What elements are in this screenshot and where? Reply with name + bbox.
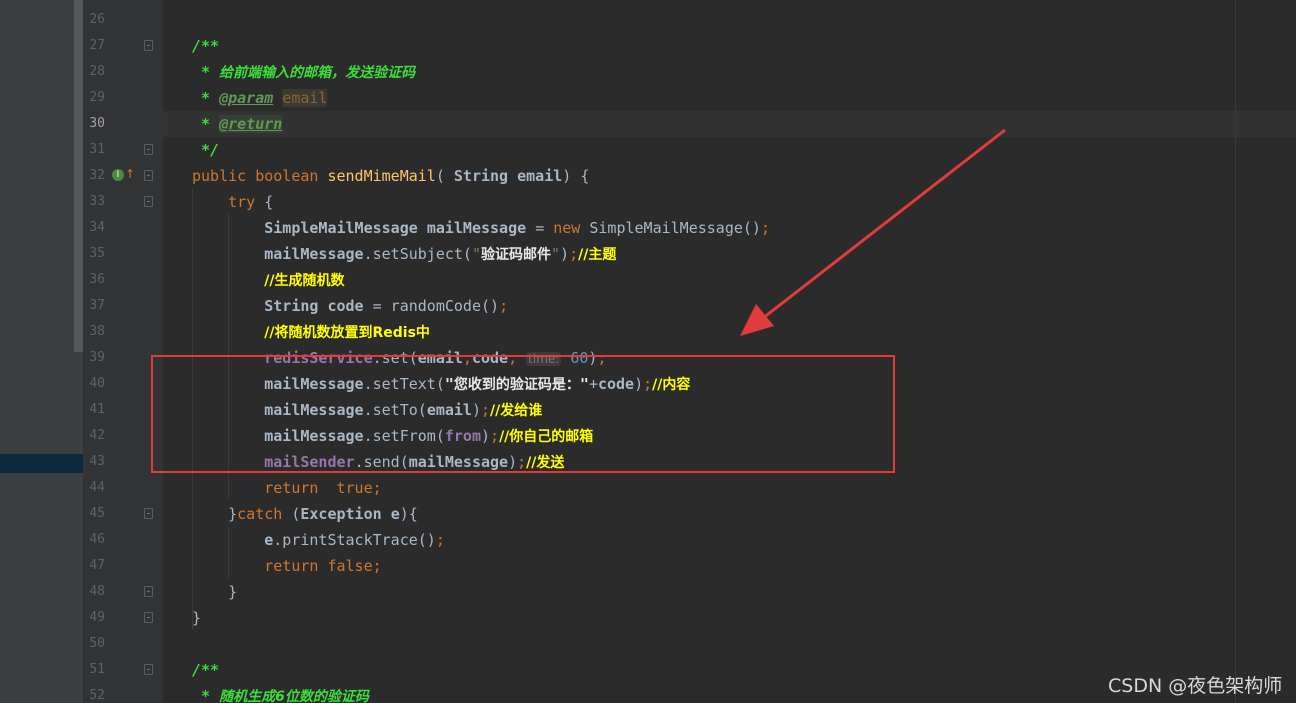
watermark: CSDN @夜色架构师 bbox=[1108, 675, 1283, 697]
annotation-arrow-icon bbox=[740, 128, 1006, 336]
